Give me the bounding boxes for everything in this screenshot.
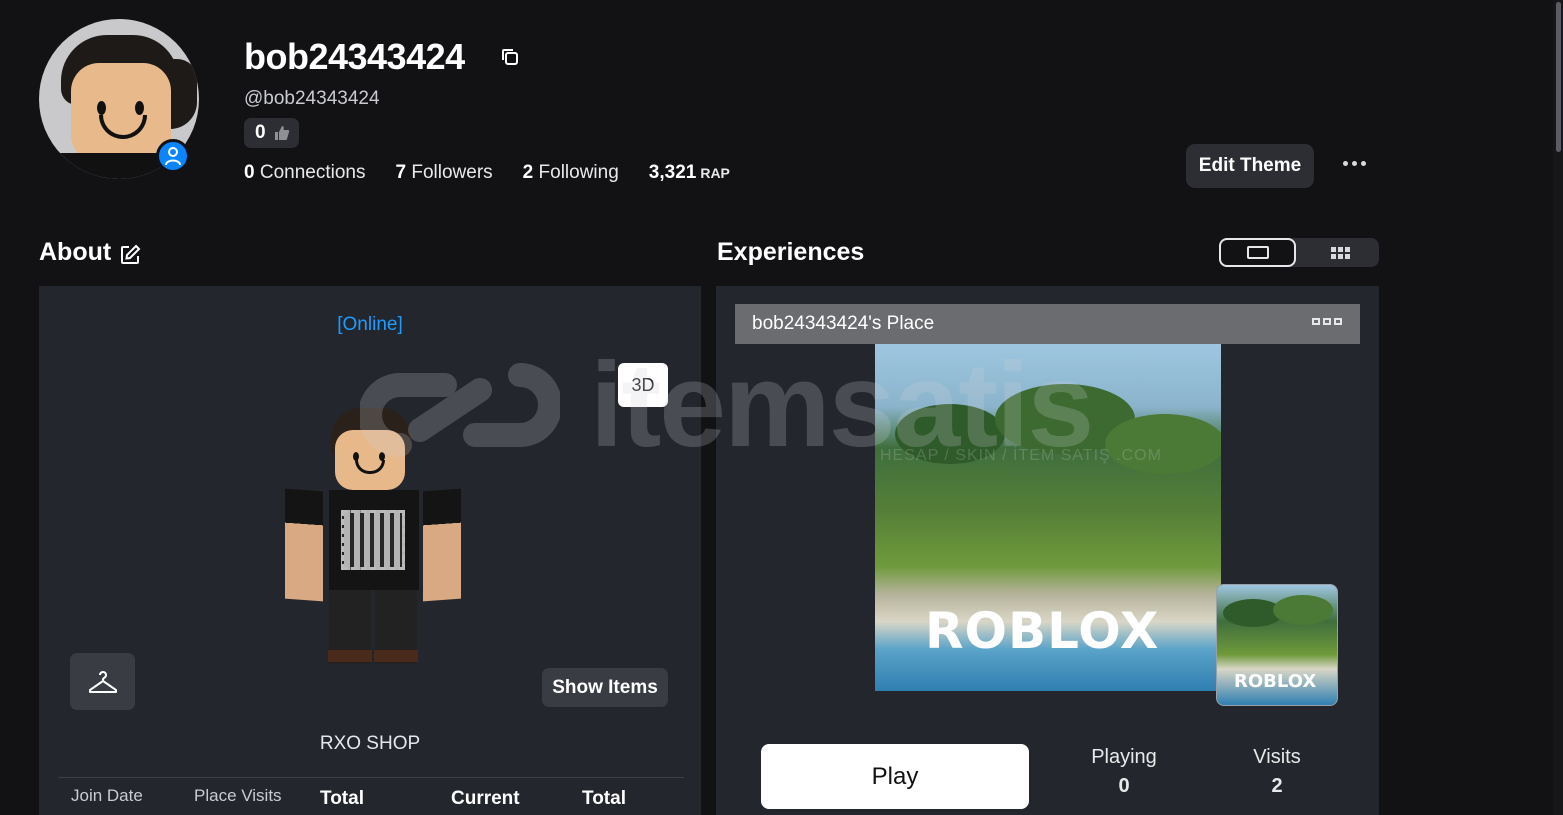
thumbnail-tree [895, 404, 1005, 464]
avatar-eye [135, 101, 144, 115]
thumbnail-tree [1105, 414, 1221, 474]
grid-view-icon [1344, 253, 1350, 259]
total-label: Total [320, 788, 364, 809]
likes-counter[interactable]: 0 [244, 118, 299, 148]
following-stat[interactable]: 2 Following [523, 162, 619, 184]
about-panel: [Online] 3D Show Items RXO SHOP Join Dat… [39, 286, 701, 815]
join-date-label: Join Date [71, 786, 143, 805]
profile-stats: 0 Connections 7 Followers 2 Following 3,… [244, 162, 760, 184]
current-label: Current [451, 788, 520, 809]
grid-view-button[interactable] [1301, 238, 1379, 267]
avatar-arm [285, 488, 323, 602]
grid-view-icon [1330, 246, 1336, 252]
avatar-shoe [328, 650, 372, 662]
visits-stat: Visits 2 [1244, 746, 1310, 798]
about-heading: About [39, 238, 112, 266]
person-icon [165, 147, 181, 166]
more-options-button[interactable] [1338, 150, 1370, 176]
place-thumbnail-small[interactable]: ROBLOX [1216, 584, 1338, 706]
total-label: Total [582, 788, 626, 809]
roblox-logo: ROBLOX [1234, 671, 1317, 692]
grid-view-icon [1337, 246, 1343, 252]
shirt-graphic [341, 510, 405, 570]
play-button[interactable]: Play [761, 744, 1029, 809]
avatar-smile [355, 460, 385, 474]
avatar-eye [97, 101, 106, 115]
online-status: [Online] [337, 314, 403, 335]
full-body-avatar[interactable] [279, 406, 479, 664]
hanger-icon [88, 670, 117, 693]
grid-view-icon [1337, 253, 1343, 259]
edit-icon[interactable] [119, 244, 141, 266]
visits-label: Visits [1253, 746, 1301, 768]
thumbnail-tree [1273, 595, 1333, 625]
avatar-face [71, 63, 171, 163]
place-thumbnail[interactable]: ROBLOX [875, 344, 1221, 691]
divider [58, 777, 684, 778]
show-items-button[interactable]: Show Items [542, 668, 668, 707]
experiences-heading: Experiences [717, 238, 865, 266]
single-view-button[interactable] [1219, 238, 1296, 267]
copy-icon[interactable] [499, 46, 521, 68]
experiences-panel: bob24343424's Place ROBLOX ROBLOX Play P… [716, 286, 1379, 815]
username-handle: @bob24343424 [244, 88, 380, 109]
likes-count: 0 [255, 122, 266, 143]
rap-stat: 3,321 RAP [648, 162, 730, 183]
ellipsis-icon [1312, 318, 1320, 325]
thumbs-up-icon [274, 126, 289, 140]
ellipsis-icon [1342, 160, 1348, 166]
presence-badge [156, 139, 190, 173]
avatar-shoe [374, 650, 418, 662]
view-toggle [1219, 238, 1379, 267]
ellipsis-icon [1351, 160, 1357, 166]
avatar-editor-button[interactable] [70, 653, 135, 710]
avatar-smile [99, 115, 147, 139]
place-menu-button[interactable] [1312, 318, 1342, 325]
avatar-arm [423, 488, 461, 602]
about-description: RXO SHOP [319, 733, 421, 754]
ellipsis-icon [1334, 318, 1342, 325]
single-view-icon [1246, 246, 1269, 259]
roblox-logo: ROBLOX [925, 602, 1160, 660]
ellipsis-icon [1360, 160, 1366, 166]
avatar-face [335, 430, 405, 490]
playing-label: Playing [1091, 746, 1157, 768]
place-name: bob24343424's Place [752, 313, 935, 334]
view-3d-button[interactable]: 3D [618, 363, 668, 407]
place-title-bar[interactable]: bob24343424's Place [735, 304, 1360, 344]
playing-stat: Playing 0 [1086, 746, 1162, 798]
scrollbar-thumb[interactable] [1556, 2, 1561, 152]
edit-theme-button[interactable]: Edit Theme [1186, 144, 1314, 188]
connections-stat[interactable]: 0 Connections [244, 162, 365, 184]
place-visits-label: Place Visits [194, 786, 282, 805]
display-name: bob24343424 [244, 36, 465, 77]
page-scrollbar[interactable] [1553, 0, 1563, 815]
visits-value: 2 [1271, 775, 1283, 797]
ellipsis-icon [1323, 318, 1331, 325]
grid-view-icon [1330, 253, 1336, 259]
grid-view-icon [1344, 246, 1350, 252]
playing-value: 0 [1118, 775, 1130, 797]
followers-stat[interactable]: 7 Followers [395, 162, 492, 184]
